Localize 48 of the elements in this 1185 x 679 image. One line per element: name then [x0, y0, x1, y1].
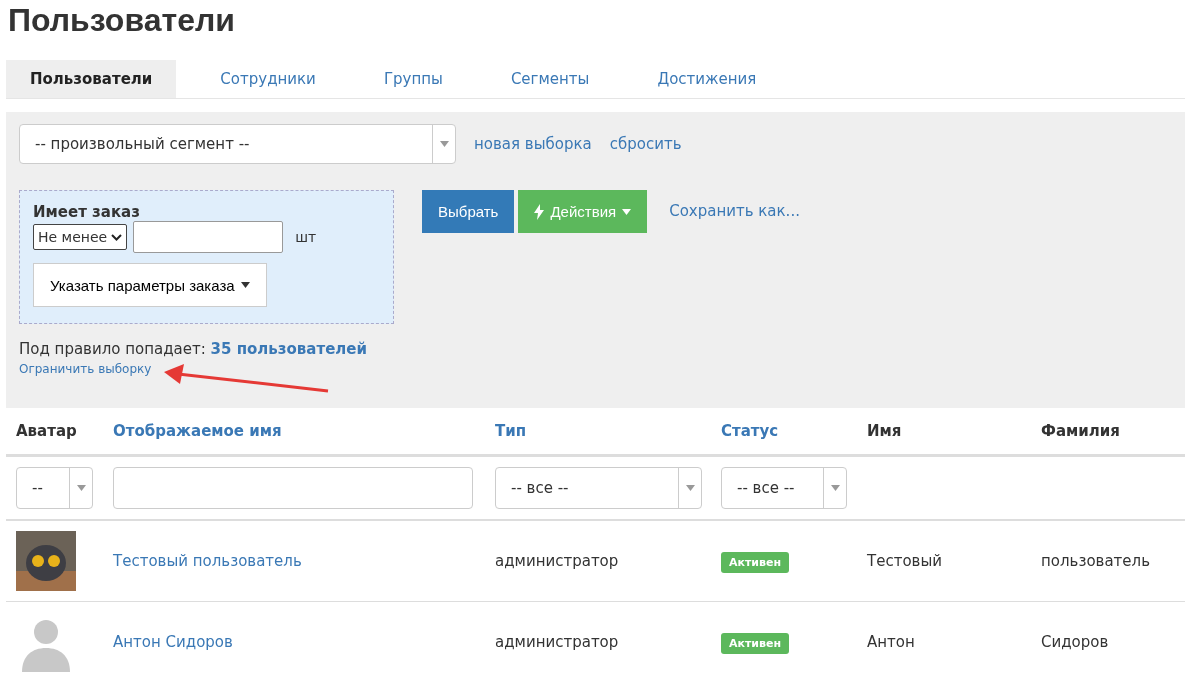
user-type: администратор	[495, 552, 619, 570]
type-filter-select[interactable]: -- все --	[495, 467, 702, 509]
user-name-link[interactable]: Антон Сидоров	[113, 633, 233, 651]
condition-title: Имеет заказ	[33, 203, 141, 221]
page-title: Пользователи	[7, 1, 236, 40]
limit-selection-link[interactable]: Ограничить выборку	[19, 362, 152, 376]
column-header: Имя	[857, 408, 1031, 456]
tab[interactable]: Группы	[359, 60, 467, 98]
first-name: Антон	[867, 633, 915, 651]
first-name: Тестовый	[867, 552, 942, 570]
status-badge: Активен	[721, 552, 790, 573]
order-params-button[interactable]: Указать параметры заказа	[33, 263, 267, 307]
unit-label: шт	[295, 229, 317, 245]
caret-icon	[830, 485, 840, 491]
column-header: Фамилия	[1031, 408, 1185, 456]
caret-icon	[76, 485, 86, 491]
lightning-icon	[534, 203, 545, 220]
status-badge: Активен	[721, 633, 790, 654]
filter-link[interactable]: сбросить	[609, 135, 682, 153]
name-filter-input[interactable]	[113, 467, 473, 509]
caret-icon	[240, 282, 250, 288]
segment-select[interactable]: -- произвольный сегмент --	[19, 124, 456, 164]
comparison-select[interactable]: Не менее	[33, 224, 128, 250]
caret-icon	[622, 208, 632, 215]
status-filter-select[interactable]: -- все --	[721, 467, 847, 509]
tab[interactable]: Сотрудники	[196, 60, 340, 98]
caret-icon	[685, 485, 695, 491]
last-name: пользователь	[1041, 552, 1150, 570]
caret-icon	[439, 141, 449, 147]
column-header[interactable]: Отображаемое имя	[103, 408, 485, 456]
user-type: администратор	[495, 633, 619, 651]
column-header[interactable]: Тип	[485, 408, 711, 456]
quantity-input[interactable]	[133, 221, 284, 253]
chevron-icon	[111, 233, 123, 241]
column-header[interactable]: Статус	[711, 408, 857, 456]
tab[interactable]: Сегменты	[486, 60, 614, 98]
actions-button[interactable]: Действия	[518, 190, 648, 233]
column-header: Аватар	[6, 408, 103, 456]
last-name: Сидоров	[1041, 633, 1109, 651]
tab[interactable]: Пользователи	[6, 60, 177, 98]
save-as-link[interactable]: Сохранить как...	[669, 190, 800, 233]
avatar-filter-select[interactable]: --	[16, 467, 93, 509]
photo-placeholder	[16, 531, 76, 591]
user-name-link[interactable]: Тестовый пользователь	[113, 552, 302, 570]
match-count-text: Под правило попадает: 35 пользователей	[19, 340, 368, 358]
tab[interactable]: Достижения	[633, 60, 781, 98]
select-button[interactable]: Выбрать	[422, 190, 515, 233]
filter-link[interactable]: новая выборка	[474, 135, 592, 153]
